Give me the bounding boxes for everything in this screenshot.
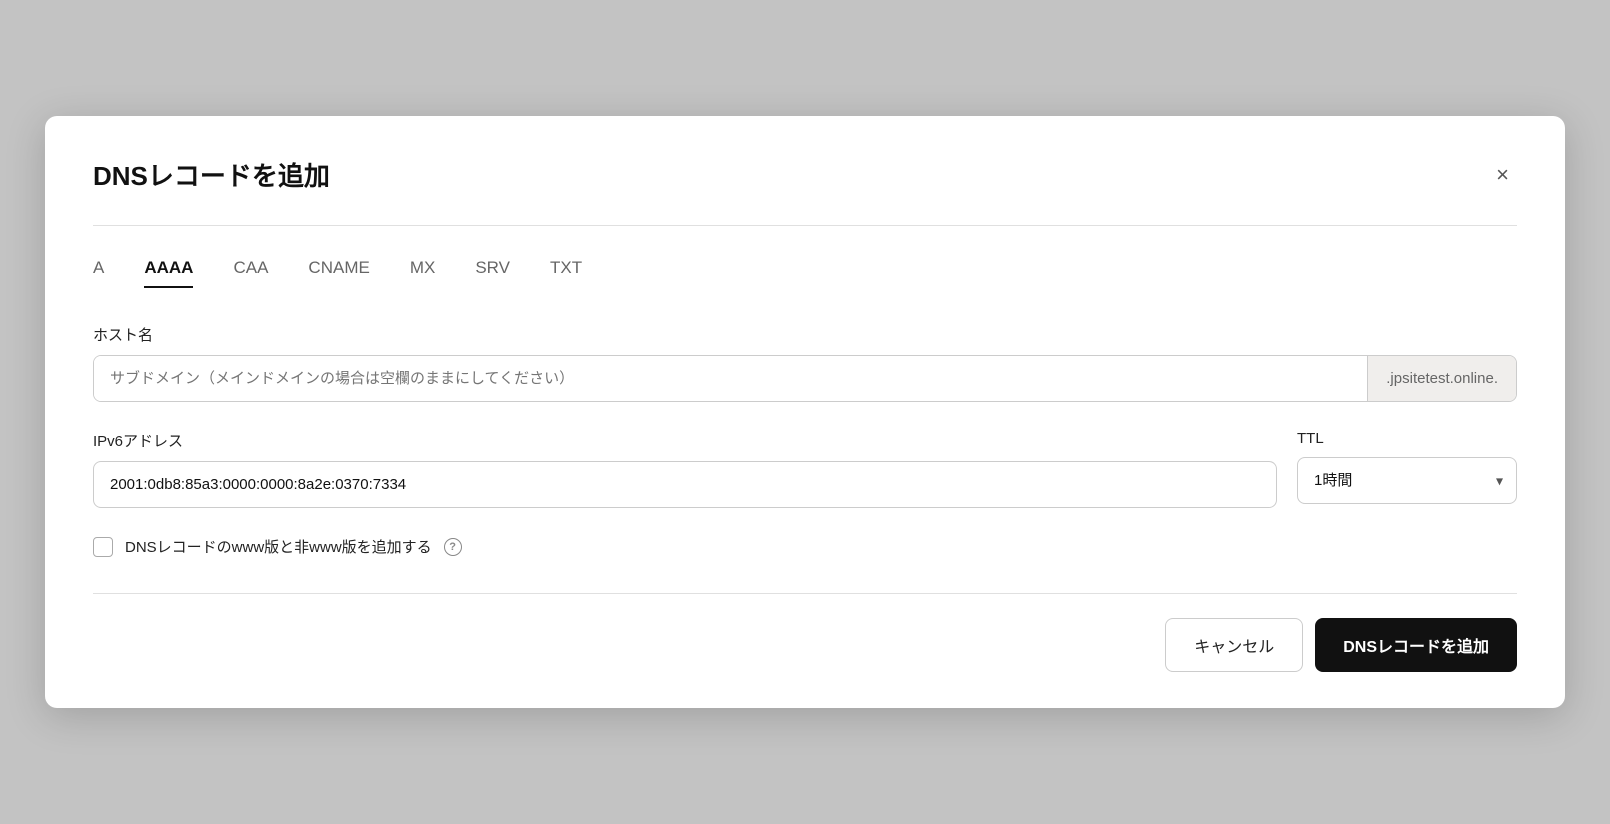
tab-SRV[interactable]: SRV — [475, 258, 510, 288]
footer-divider — [93, 593, 1517, 594]
ttl-select[interactable]: 自動 1分 2分 5分 10分 15分 30分 1時間 2時間 5時間 12時間… — [1297, 457, 1517, 504]
hostname-input-wrapper: .jpsitetest.online. — [93, 355, 1517, 402]
tab-TXT[interactable]: TXT — [550, 258, 582, 288]
hostname-input[interactable] — [94, 356, 1367, 401]
ipv6-input[interactable] — [93, 461, 1277, 508]
modal-footer: キャンセル DNSレコードを追加 — [93, 618, 1517, 672]
tab-CAA[interactable]: CAA — [233, 258, 268, 288]
help-icon[interactable]: ? — [444, 538, 462, 556]
modal-header: DNSレコードを追加 × — [93, 156, 1517, 193]
www-checkbox-row: DNSレコードのwww版と非www版を追加する ? — [93, 536, 1517, 557]
www-checkbox[interactable] — [93, 537, 113, 557]
tab-A[interactable]: A — [93, 258, 104, 288]
ttl-label: TTL — [1297, 430, 1517, 447]
hostname-suffix: .jpsitetest.online. — [1367, 356, 1516, 401]
tab-AAAA[interactable]: AAAA — [144, 258, 193, 288]
ipv6-label: IPv6アドレス — [93, 430, 1277, 451]
header-divider — [93, 225, 1517, 226]
cancel-button[interactable]: キャンセル — [1165, 618, 1303, 672]
hostname-label: ホスト名 — [93, 324, 1517, 345]
submit-button[interactable]: DNSレコードを追加 — [1315, 618, 1517, 672]
modal-title: DNSレコードを追加 — [93, 156, 330, 193]
ttl-field-group: TTL 自動 1分 2分 5分 10分 15分 30分 1時間 2時間 5時間 … — [1297, 430, 1517, 504]
close-button[interactable]: × — [1488, 160, 1517, 190]
modal-dialog: DNSレコードを追加 × A AAAA CAA CNAME MX SRV TXT… — [45, 116, 1565, 708]
ttl-select-wrapper: 自動 1分 2分 5分 10分 15分 30分 1時間 2時間 5時間 12時間… — [1297, 457, 1517, 504]
ipv6-field-group: IPv6アドレス — [93, 430, 1277, 508]
tab-CNAME[interactable]: CNAME — [308, 258, 369, 288]
hostname-field-group: ホスト名 .jpsitetest.online. — [93, 324, 1517, 402]
www-checkbox-label: DNSレコードのwww版と非www版を追加する — [125, 536, 432, 557]
ipv6-ttl-row: IPv6アドレス TTL 自動 1分 2分 5分 10分 15分 30分 1時間 — [93, 430, 1517, 536]
record-type-tabs: A AAAA CAA CNAME MX SRV TXT — [93, 258, 1517, 288]
tab-MX[interactable]: MX — [410, 258, 436, 288]
modal-backdrop: DNSレコードを追加 × A AAAA CAA CNAME MX SRV TXT… — [0, 0, 1610, 824]
